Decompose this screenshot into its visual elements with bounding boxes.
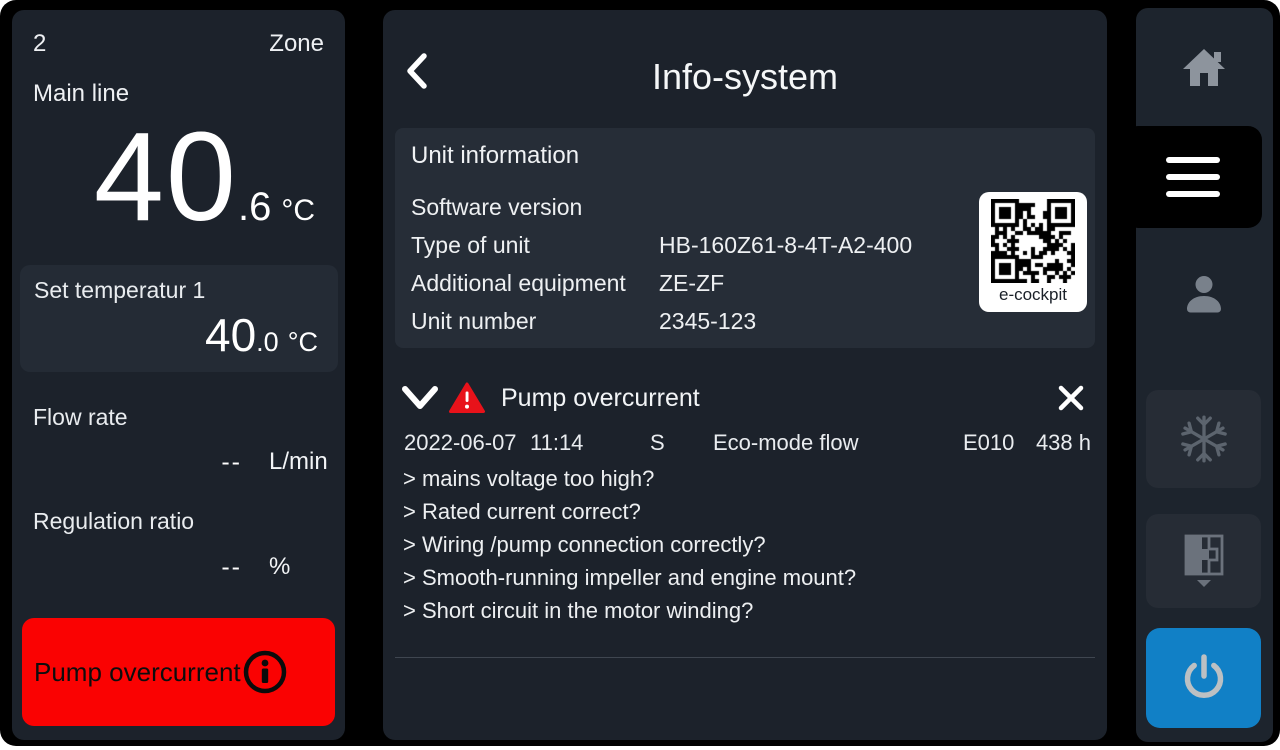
- row-label: Unit number: [411, 308, 659, 335]
- zone-number: 2: [33, 30, 46, 58]
- checklist-item: > Rated current correct?: [403, 495, 1087, 528]
- close-icon: [1057, 384, 1085, 412]
- hmi-screen: 2 Zone Main line 40 .6 °C Set temperatur…: [0, 0, 1280, 750]
- row-value: HB-160Z61-8-4T-A2-400: [659, 232, 912, 259]
- regulation-ratio-unit: %: [269, 553, 290, 581]
- home-icon: [1181, 45, 1227, 89]
- set-temp-integer: 40: [205, 312, 256, 358]
- menu-button[interactable]: [1124, 126, 1262, 228]
- checklist-item: > Smooth-running impeller and engine mou…: [403, 561, 1087, 594]
- warning-triangle-icon: [449, 382, 485, 414]
- alarm-detail-title: Pump overcurrent: [501, 384, 700, 413]
- row-label: Type of unit: [411, 232, 659, 259]
- alarm-checklist: > mains voltage too high? > Rated curren…: [403, 462, 1087, 627]
- set-temp-fraction: .0: [256, 327, 279, 358]
- alarm-code: E010: [963, 430, 1014, 456]
- alarm-mode: Eco-mode flow: [713, 430, 859, 456]
- sidebar: [1136, 8, 1273, 742]
- main-line-label: Main line: [33, 80, 129, 108]
- user-icon: [1182, 272, 1226, 316]
- mold-icon: [1181, 532, 1227, 590]
- set-temperature-box[interactable]: Set temperatur 1 40 .0 °C: [20, 265, 338, 372]
- expand-button[interactable]: [399, 378, 441, 418]
- qr-code: [991, 199, 1075, 283]
- unit-info-row: Software version: [411, 188, 965, 226]
- row-label: Software version: [411, 194, 659, 221]
- alarm-banner-label: Pump overcurrent: [34, 657, 241, 688]
- chevron-down-icon: [400, 384, 440, 412]
- set-temperature-value: 40 .0 °C: [205, 312, 318, 358]
- checklist-item: > Short circuit in the motor winding?: [403, 594, 1087, 627]
- set-temp-unit: °C: [288, 327, 318, 358]
- qr-label: e-cockpit: [999, 285, 1067, 305]
- e-cockpit-qr-card: e-cockpit: [979, 192, 1087, 312]
- alarm-hours: 438 h: [1036, 430, 1091, 456]
- main-temp-integer: 40: [94, 114, 238, 240]
- home-button[interactable]: [1146, 14, 1261, 120]
- info-icon: [241, 648, 289, 696]
- section-divider: [395, 657, 1095, 658]
- menu-icon: [1166, 157, 1220, 163]
- mold-button[interactable]: [1146, 514, 1261, 608]
- alarm-time: 11:14: [530, 430, 583, 456]
- snowflake-icon: [1179, 414, 1229, 464]
- flow-rate-value: --: [221, 448, 242, 477]
- unit-info-row: Additional equipment ZE-ZF: [411, 264, 965, 302]
- cooling-button[interactable]: [1146, 390, 1261, 488]
- power-icon: [1178, 652, 1230, 704]
- checklist-item: > mains voltage too high?: [403, 462, 1087, 495]
- checklist-item: > Wiring /pump connection correctly?: [403, 528, 1087, 561]
- unit-information-card: Unit information Software version Type o…: [395, 128, 1095, 348]
- alarm-status: S: [650, 430, 665, 456]
- main-temp-unit: °C: [281, 194, 315, 228]
- unit-information-title: Unit information: [411, 142, 579, 170]
- unit-info-row: Type of unit HB-160Z61-8-4T-A2-400: [411, 226, 965, 264]
- main-temperature-value: 40 .6 °C: [94, 114, 315, 240]
- row-label: Additional equipment: [411, 270, 659, 297]
- row-value: ZE-ZF: [659, 270, 724, 297]
- regulation-ratio-value: --: [221, 553, 242, 582]
- regulation-ratio-row: -- %: [12, 553, 345, 587]
- zone-label: Zone: [269, 30, 324, 58]
- unit-info-row: Unit number 2345-123: [411, 302, 965, 340]
- close-button[interactable]: [1051, 378, 1091, 418]
- set-temperature-label: Set temperatur 1: [34, 277, 205, 304]
- alarm-date: 2022-06-07: [404, 430, 517, 456]
- regulation-ratio-label: Regulation ratio: [33, 508, 194, 535]
- power-button[interactable]: [1146, 628, 1261, 728]
- page-title: Info-system: [383, 56, 1107, 98]
- alarm-detail-header: Pump overcurrent: [399, 376, 1091, 420]
- row-value: 2345-123: [659, 308, 756, 335]
- zone-panel: 2 Zone Main line 40 .6 °C Set temperatur…: [12, 10, 345, 740]
- flow-rate-label: Flow rate: [33, 404, 128, 431]
- flow-rate-row: -- L/min: [12, 448, 345, 482]
- alarm-meta-row: 2022-06-07 11:14 S Eco-mode flow E010 43…: [383, 430, 1107, 460]
- main-temp-fraction: .6: [238, 185, 271, 230]
- user-button[interactable]: [1146, 240, 1261, 348]
- unit-information-rows: Software version Type of unit HB-160Z61-…: [411, 188, 965, 340]
- alarm-banner[interactable]: Pump overcurrent: [22, 618, 335, 726]
- info-system-panel: Info-system Unit information Software ve…: [383, 10, 1107, 740]
- flow-rate-unit: L/min: [269, 448, 328, 476]
